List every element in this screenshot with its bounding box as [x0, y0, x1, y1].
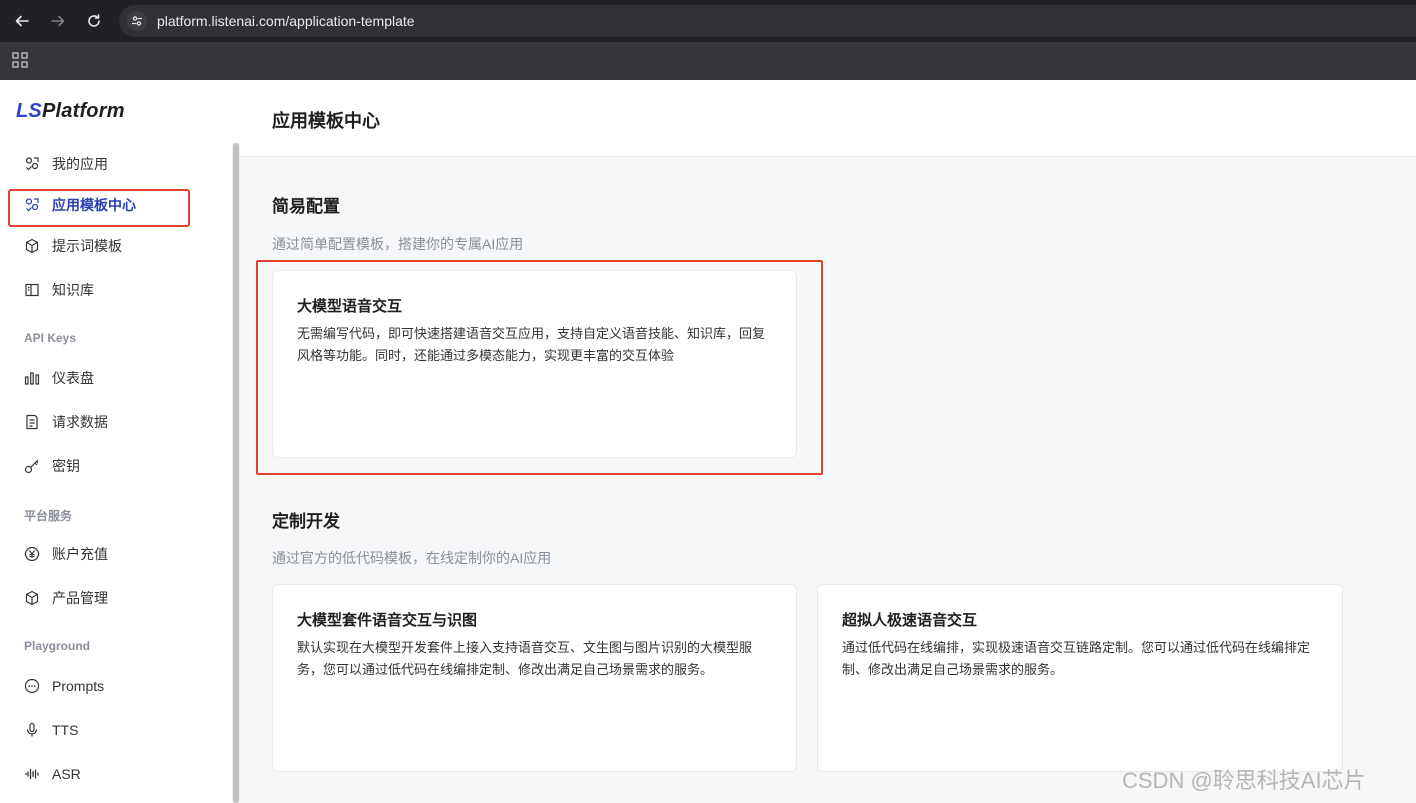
page-header — [240, 80, 1416, 157]
logo-prefix: LS — [16, 100, 42, 122]
card-title: 大模型语音交互 — [297, 298, 403, 315]
sidebar-item-prompt-templates[interactable]: 提示词模板 — [24, 235, 122, 257]
sidebar-item-asr[interactable]: ASR — [24, 763, 81, 785]
sidebar-item-account-recharge[interactable]: 账户充值 — [24, 543, 108, 565]
sidebar-item-dashboard[interactable]: 仪表盘 — [24, 367, 94, 389]
sidebar-item-my-apps[interactable]: 我的应用 — [24, 153, 108, 175]
sidebar-item-prompts[interactable]: Prompts — [24, 675, 104, 697]
yen-icon — [24, 546, 40, 562]
sidebar-scrollbar-thumb[interactable] — [233, 143, 239, 803]
bookmarks-bar — [0, 42, 1416, 80]
bar-chart-icon — [24, 372, 40, 385]
sidebar-item-label: Prompts — [52, 678, 105, 694]
card-desc: 通过低代码在线编排，实现极速语音交互链路定制。您可以通过低代码在线编排定制、修改… — [842, 640, 1311, 677]
annotation-highlight-nav — [8, 189, 190, 227]
chat-icon — [24, 678, 40, 694]
template-card-suite-voice-vision[interactable]: 大模型套件语音交互与识图 默认实现在大模型开发套件上接入支持语音交互、文生图与图… — [272, 584, 797, 772]
section-title-custom-dev: 定制开发 — [272, 512, 340, 531]
reload-icon — [88, 14, 100, 27]
apps-grid-icon[interactable] — [12, 52, 28, 68]
key-icon — [24, 459, 39, 474]
section-label-api-keys: API Keys — [24, 331, 77, 345]
sidebar-item-tts[interactable]: TTS — [24, 719, 78, 741]
page-title: 应用模板中心 — [272, 111, 380, 131]
section-title-simple-config: 简易配置 — [272, 197, 340, 216]
card-desc: 默认实现在大模型开发套件上接入支持语音交互、文生图与图片识别的大模型服务，您可以… — [297, 640, 753, 677]
card-desc: 无需编写代码，即可快速搭建语音交互应用，支持自定义语音技能、知识库，回复风格等功… — [297, 326, 766, 363]
arrow-left-icon — [15, 15, 29, 27]
sidebar-item-label: 提示词模板 — [52, 238, 122, 254]
section-label-platform-services: 平台服务 — [24, 509, 73, 523]
document-icon — [26, 414, 38, 430]
watermark-text: CSDN @聆思科技AI芯片 — [1122, 768, 1366, 793]
back-button[interactable] — [11, 10, 33, 32]
sidebar-item-label: 密钥 — [52, 458, 80, 474]
template-card-humanlike-voice[interactable]: 超拟人极速语音交互 通过低代码在线编排，实现极速语音交互链路定制。您可以通过低代… — [817, 584, 1343, 772]
cube-icon — [25, 238, 39, 254]
url-text[interactable]: platform.listenai.com/application-templa… — [157, 13, 415, 29]
template-card-llm-voice[interactable]: 大模型语音交互 无需编写代码，即可快速搭建语音交互应用，支持自定义语音技能、知识… — [272, 270, 797, 458]
waveform-icon — [24, 768, 39, 780]
sidebar-item-label: TTS — [52, 722, 79, 738]
sidebar-item-knowledge-base[interactable]: 知识库 — [24, 279, 94, 301]
sidebar-item-product-management[interactable]: 产品管理 — [24, 587, 108, 609]
sidebar-item-label: 请求数据 — [52, 414, 108, 430]
address-bar[interactable]: platform.listenai.com/application-templa… — [119, 5, 1416, 37]
reload-button[interactable] — [83, 10, 105, 32]
sidebar-item-keys[interactable]: 密钥 — [24, 455, 80, 477]
card-title: 超拟人极速语音交互 — [842, 612, 978, 629]
sidebar-item-label: ASR — [52, 766, 81, 782]
cube-icon — [25, 590, 39, 606]
sidebar-item-label: 账户充值 — [52, 546, 108, 562]
card-title: 大模型套件语音交互与识图 — [297, 612, 478, 629]
logo-suffix: Platform — [41, 100, 125, 122]
arrow-right-icon — [51, 15, 65, 27]
section-desc-simple-config: 通过简单配置模板，搭建你的专属AI应用 — [272, 236, 524, 252]
site-info-icon[interactable] — [127, 11, 147, 31]
section-label-playground: Playground — [24, 639, 91, 653]
sidebar-item-label: 仪表盘 — [52, 370, 94, 386]
forward-button[interactable] — [47, 10, 69, 32]
book-icon — [25, 283, 39, 297]
sidebar-item-label: 知识库 — [52, 282, 94, 298]
mic-icon — [26, 722, 38, 737]
sidebar-item-label: 我的应用 — [52, 156, 108, 172]
platform-logo[interactable]: LSPlatform — [16, 100, 125, 123]
sidebar-item-label: 产品管理 — [52, 590, 108, 606]
sidebar-item-request-data[interactable]: 请求数据 — [24, 411, 108, 433]
apps-icon — [25, 157, 39, 171]
section-desc-custom-dev: 通过官方的低代码模板，在线定制你的AI应用 — [272, 550, 552, 566]
